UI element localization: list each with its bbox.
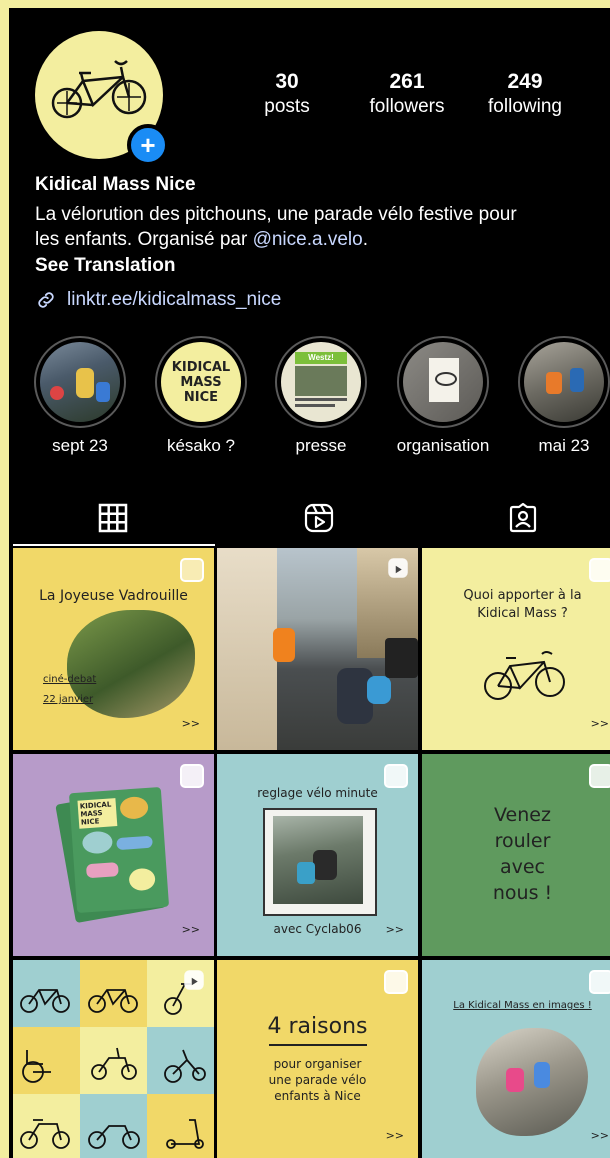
post-text-line-2: une parade vélo [268, 1073, 367, 1087]
post-title: 4 raisons [267, 1014, 368, 1039]
post-title: reglage vélo minute [257, 786, 378, 800]
highlight-cover [397, 336, 489, 428]
post-title-2: Kidical Mass ? [477, 606, 568, 621]
highlight-kesako[interactable]: KIDICAL MASS NICE késako ? [153, 336, 249, 456]
post-text-line-4: nous ! [492, 882, 553, 904]
highlight-cover-text: KIDICAL MASS NICE [171, 359, 231, 405]
highlight-cover: KIDICAL MASS NICE [155, 336, 247, 428]
bio-line-2-end: . [362, 229, 368, 250]
bio-line-1: La vélorution des pitchouns, une parade … [35, 204, 517, 225]
post-more-arrows: >> [181, 923, 200, 936]
carousel-icon [589, 970, 610, 994]
following-count: 249 [507, 70, 543, 93]
tagged-icon [509, 502, 537, 533]
profile-bio: La vélorution des pitchouns, une parade … [35, 202, 595, 252]
post-title: Quoi apporter à la [463, 588, 582, 603]
highlight-sept-23[interactable]: sept 23 [32, 336, 128, 456]
post-event: ciné-debat [43, 674, 97, 685]
carousel-icon [589, 764, 610, 788]
post-more-arrows: >> [385, 923, 404, 936]
post-text: pour organiser une parade vélo enfants à… [217, 1056, 418, 1104]
highlight-label: mai 23 [538, 436, 590, 455]
carousel-icon [589, 558, 610, 582]
post-4-raisons[interactable]: 4 raisons pour organiser une parade vélo… [217, 960, 418, 1158]
post-kidical-mass-images[interactable]: La Kidical Mass en images ! >> [422, 960, 610, 1158]
post-more-arrows: >> [590, 717, 609, 730]
bio-line-2: les enfants. Organisé par [35, 229, 253, 250]
post-joyeuse-vadrouille[interactable]: La Joyeuse Vadrouille ciné-debat 22 janv… [13, 548, 214, 750]
reels-icon [184, 970, 204, 990]
post-title: La Kidical Mass en images ! [453, 1000, 592, 1011]
bio-mention-link[interactable]: @nice.a.velo [253, 229, 363, 250]
carousel-icon [180, 558, 204, 582]
followers-stat[interactable]: 261 followers [361, 70, 453, 118]
post-title: La Joyeuse Vadrouille [39, 588, 188, 604]
post-more-arrows: >> [385, 1129, 404, 1142]
post-text-line-1: pour organiser [273, 1057, 362, 1071]
see-translation-button[interactable]: See Translation [35, 255, 175, 277]
flyer-title: KIDICAL MASS NICE [77, 798, 118, 829]
tab-tagged[interactable] [423, 492, 610, 544]
post-text: Venez rouler avec nous ! [422, 802, 610, 906]
highlight-cover: Westz! [275, 336, 367, 428]
post-text-line-3: avec [499, 856, 546, 878]
profile-name: Kidical Mass Nice [35, 174, 196, 195]
active-tab-indicator [13, 544, 215, 546]
post-flyers[interactable]: KIDICAL MASS NICE >> [13, 754, 214, 956]
following-stat[interactable]: 249 following [479, 70, 571, 118]
highlight-label: presse [295, 436, 347, 455]
reels-icon [388, 558, 408, 578]
highlight-organisation[interactable]: organisation [395, 336, 491, 456]
highlight-presse[interactable]: Westz! presse [273, 336, 369, 456]
post-quoi-apporter[interactable]: Quoi apporter à la Kidical Mass ? >> [422, 548, 610, 750]
highlight-label: organisation [396, 436, 490, 455]
profile-link[interactable]: linktr.ee/kidicalmass_nice [35, 289, 281, 311]
post-bike-types-reel[interactable] [13, 960, 214, 1158]
carousel-icon [384, 764, 408, 788]
link-icon [38, 292, 54, 308]
highlight-cover [518, 336, 610, 428]
highlight-mai-23[interactable]: mai 23 [516, 336, 610, 456]
tab-posts-grid[interactable] [13, 492, 213, 544]
followers-count: 261 [389, 70, 425, 93]
post-date: 22 janvier [43, 694, 94, 705]
tab-reels[interactable] [219, 492, 419, 544]
post-text-line-3: enfants à Nice [274, 1089, 361, 1103]
posts-label: posts [264, 96, 310, 117]
posts-stat[interactable]: 30 posts [254, 70, 320, 118]
reels-icon [304, 503, 334, 533]
bicycle-drawing [484, 651, 565, 700]
post-photo [476, 1028, 588, 1136]
post-reglage-velo[interactable]: reglage vélo minute avec Cyclab06 >> [217, 754, 418, 956]
following-label: following [488, 96, 562, 117]
profile-tabs [9, 492, 610, 544]
highlight-label: sept 23 [52, 436, 108, 455]
post-text-line-2: rouler [494, 830, 551, 852]
highlight-label: késako ? [166, 436, 236, 455]
post-more-arrows: >> [181, 717, 200, 730]
post-more-arrows: >> [590, 1129, 609, 1142]
post-street-parade-video[interactable] [217, 548, 418, 750]
post-venez-rouler[interactable]: Venez rouler avec nous ! [422, 754, 610, 956]
carousel-icon [180, 764, 204, 788]
press-logo: Westz! [295, 352, 347, 364]
posts-count: 30 [275, 70, 299, 93]
add-story-button[interactable]: + [127, 124, 169, 166]
highlight-cover [34, 336, 126, 428]
post-photo [273, 816, 363, 904]
profile-link-text: linktr.ee/kidicalmass_nice [67, 289, 282, 310]
grid-icon [98, 503, 128, 533]
carousel-icon [384, 970, 408, 994]
post-text-line-1: Venez [494, 804, 551, 826]
followers-label: followers [369, 96, 445, 117]
profile-screen: + 30 posts 261 followers 249 following K… [9, 8, 610, 1158]
